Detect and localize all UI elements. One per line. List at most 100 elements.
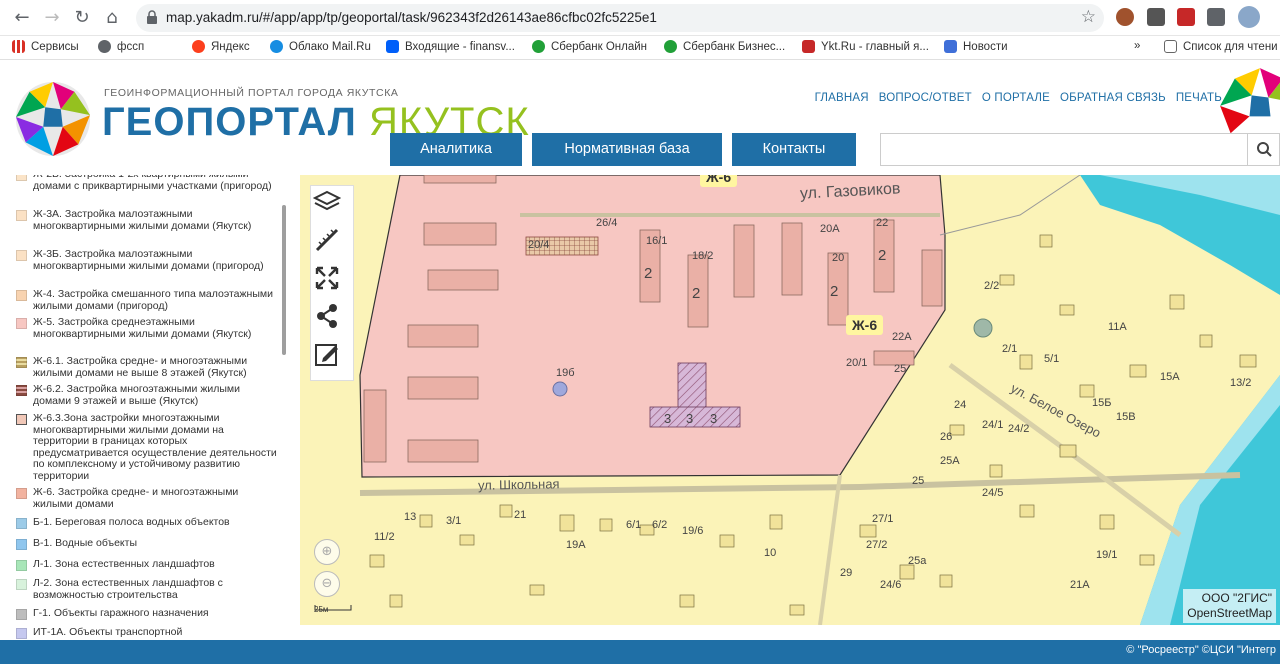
top-links: ГЛАВНАЯ ВОПРОС/ОТВЕТ О ПОРТАЛЕ ОБРАТНАЯ …: [815, 92, 1222, 104]
legend-item[interactable]: Ж-4. Застройка смешанного типа малоэтажн…: [16, 288, 278, 312]
lot-number: 15А: [1160, 371, 1180, 383]
map-view[interactable]: ул. Газовиков ул. Школьная ул. Белое Озе…: [300, 175, 1280, 625]
page-footer: © "Росреестр" ©ЦСИ "Интегр: [0, 640, 1280, 664]
search-input[interactable]: [881, 134, 1241, 165]
link-faq[interactable]: ВОПРОС/ОТВЕТ: [879, 92, 972, 104]
bookmark-star-icon[interactable]: ☆: [1081, 7, 1096, 27]
lot-number: 2: [830, 283, 839, 300]
link-about[interactable]: О ПОРТАЛЕ: [982, 92, 1050, 104]
lot-number: 24/2: [1008, 423, 1030, 435]
bookmark-item[interactable]: Яндекс: [192, 40, 250, 53]
edit-icon: [315, 344, 338, 366]
zoom-out-button[interactable]: ⊖: [314, 571, 340, 597]
map-canvas[interactable]: [300, 175, 1280, 625]
site-header: ГЕОИНФОРМАЦИОННЫЙ ПОРТАЛ ГОРОДА ЯКУТСКА …: [0, 60, 1280, 175]
browser-toolbar: ← → ↻ ⌂ map.yakadm.ru/#/app/app/tp/geopo…: [0, 0, 1280, 36]
lot-number: 2: [692, 285, 701, 302]
ykt-icon: [802, 40, 815, 53]
menu-analytics[interactable]: Аналитика: [390, 133, 522, 166]
poi-marker[interactable]: [973, 318, 993, 338]
zoom-in-button[interactable]: ⊕: [314, 539, 340, 565]
legend-item[interactable]: Л-2. Зона естественных ландшафтов с возм…: [16, 577, 278, 601]
lot-number: 25А: [940, 455, 960, 467]
legend-swatch: [16, 357, 27, 368]
forward-icon[interactable]: →: [40, 6, 64, 30]
search-button[interactable]: [1247, 134, 1279, 165]
legend-item[interactable]: Ж-6.3.Зона застройки многоэтажными много…: [16, 412, 278, 482]
bookmark-item[interactable]: фссп: [98, 40, 144, 53]
menu-regulations[interactable]: Нормативная база: [532, 133, 722, 166]
lot-number: 29: [840, 567, 853, 579]
bookmarks-overflow[interactable]: »: [1134, 40, 1140, 52]
address-bar[interactable]: map.yakadm.ru/#/app/app/tp/geoportal/tas…: [136, 4, 1104, 32]
legend-item[interactable]: Ж-5. Застройка среднеэтажными многокварт…: [16, 316, 278, 340]
link-print[interactable]: ПЕЧАТЬ: [1176, 92, 1222, 104]
puzzle-icon[interactable]: [1207, 8, 1225, 26]
bookmark-item[interactable]: Сбербанк Бизнес...: [664, 40, 785, 53]
lot-number: 26: [940, 431, 953, 443]
legend-scrollbar[interactable]: [282, 205, 286, 355]
bookmark-item[interactable]: Облако Mail.Ru: [270, 40, 371, 53]
link-home[interactable]: ГЛАВНАЯ: [815, 92, 869, 104]
legend-item[interactable]: Ж-3А. Застройка малоэтажными многокварти…: [16, 208, 278, 232]
legend-item[interactable]: Л-1. Зона естественных ландшафтов: [16, 558, 278, 571]
lot-number: 20/1: [846, 357, 868, 369]
lot-number: 27/2: [866, 539, 888, 551]
legend-item[interactable]: Ж-6. Застройка средне- и многоэтажными ж…: [16, 486, 278, 510]
lot-number: 2: [644, 265, 653, 282]
bookmark-item[interactable]: Ykt.Ru - главный я...: [802, 40, 929, 53]
footer-copyright: © "Росреестр" ©ЦСИ "Интегр: [1126, 644, 1276, 656]
lot-number: 2/2: [984, 280, 1000, 292]
zone-boundary: [939, 175, 1081, 236]
extension-icon[interactable]: [1177, 8, 1195, 26]
legend-swatch: [16, 318, 27, 329]
lot-number: 21А: [1070, 579, 1090, 591]
extension-icon[interactable]: [1147, 8, 1165, 26]
back-icon[interactable]: ←: [10, 6, 34, 30]
building: [733, 224, 755, 298]
lot-number: 24/1: [982, 419, 1004, 431]
legend-item[interactable]: В-1. Водные объекты: [16, 537, 278, 550]
lot-number: 13: [404, 511, 417, 523]
legend-item[interactable]: Ж-2Б. Застройка 1-2х квартирными жилыми …: [16, 175, 278, 192]
legend-item[interactable]: ИТ-1А. Объекты транспортной: [16, 626, 278, 639]
bookmark-item[interactable]: Сбербанк Онлайн: [532, 40, 647, 53]
legend-item[interactable]: Ж-6.2. Застройка многоэтажными жилыми до…: [16, 383, 278, 407]
zone-label[interactable]: Ж-6: [846, 315, 884, 335]
menu-contacts[interactable]: Контакты: [732, 133, 856, 166]
lot-number: 19А: [566, 539, 586, 551]
lot-number: 22А: [892, 331, 912, 343]
legend-item[interactable]: Ж-6.1. Застройка средне- и многоэтажными…: [16, 355, 278, 379]
legend-swatch: [16, 250, 27, 261]
legend-item[interactable]: Б-1. Береговая полоса водных объектов: [16, 516, 278, 529]
legend-item[interactable]: Г-1. Объекты гаражного назначения: [16, 607, 278, 620]
bookmark-item[interactable]: Новости: [944, 40, 1008, 53]
cloud-icon: [270, 40, 283, 53]
home-icon[interactable]: ⌂: [100, 6, 124, 30]
logo-ball-icon[interactable]: [14, 80, 92, 158]
avatar[interactable]: [1238, 6, 1260, 28]
link-feedback[interactable]: ОБРАТНАЯ СВЯЗЬ: [1060, 92, 1166, 104]
lot-number: 20А: [820, 223, 840, 235]
legend-swatch: [16, 290, 27, 301]
url-text: map.yakadm.ru/#/app/app/tp/geoportal/tas…: [166, 10, 657, 25]
reading-list[interactable]: Список для чтени: [1164, 40, 1278, 53]
bookmark-item[interactable]: Входящие - finansv...: [386, 40, 515, 53]
measure-button[interactable]: [313, 226, 353, 262]
legend-item[interactable]: Ж-3Б. Застройка малоэтажными многокварти…: [16, 248, 278, 272]
fullscreen-button[interactable]: [313, 264, 353, 300]
layers-button[interactable]: [313, 188, 353, 224]
zone-label[interactable]: Ж-6: [700, 175, 738, 187]
search-icon: [1257, 142, 1272, 157]
lot-number: 21: [514, 509, 527, 521]
news-icon: [944, 40, 957, 53]
share-button[interactable]: [313, 302, 353, 338]
lot-number: 20/4: [528, 239, 550, 251]
reload-icon[interactable]: ↻: [70, 6, 94, 30]
reading-list-icon: [1164, 40, 1177, 53]
edit-button[interactable]: [313, 340, 353, 376]
bookmark-item[interactable]: Сервисы: [12, 40, 79, 53]
poi-marker[interactable]: [552, 381, 568, 397]
extension-icon[interactable]: [1116, 8, 1134, 26]
lot-number: 27/1: [872, 513, 894, 525]
